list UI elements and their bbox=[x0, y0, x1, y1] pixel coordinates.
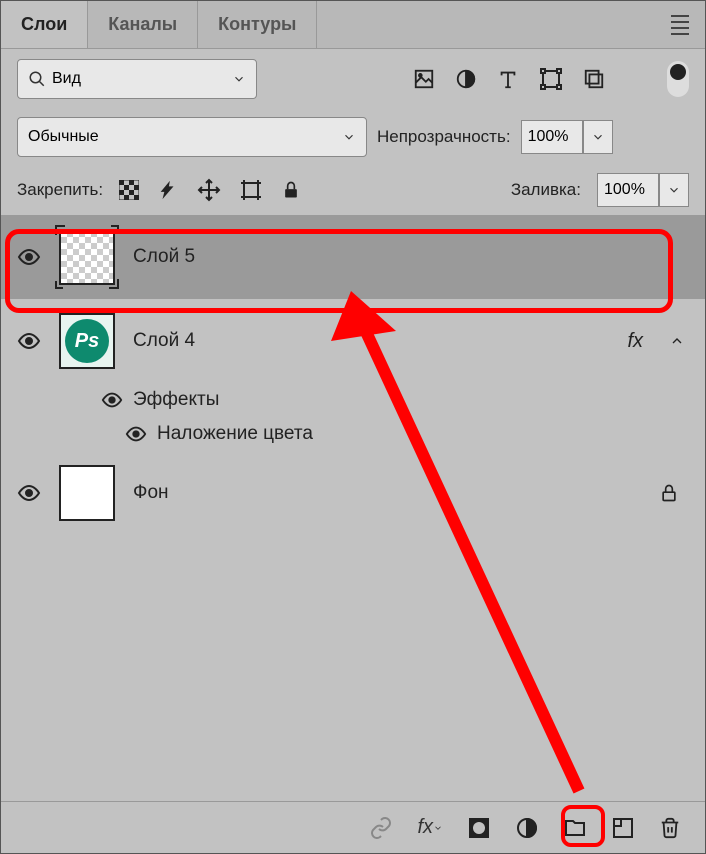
chevron-down-icon bbox=[232, 72, 246, 86]
fill-label: Заливка: bbox=[511, 180, 581, 200]
filter-toolbar: Вид bbox=[1, 49, 705, 109]
layer-row-background[interactable]: Фон bbox=[1, 451, 705, 535]
filter-toggle[interactable] bbox=[667, 61, 689, 97]
filter-shape-icon[interactable] bbox=[539, 67, 563, 91]
layer-thumbnail[interactable] bbox=[59, 465, 115, 521]
visibility-toggle[interactable] bbox=[17, 329, 41, 353]
effect-item[interactable]: Наложение цвета bbox=[101, 417, 705, 451]
adjustment-layer-icon[interactable] bbox=[515, 816, 539, 840]
lock-toolbar: Закрепить: Заливка: bbox=[1, 165, 705, 215]
chevron-down-icon bbox=[342, 130, 356, 144]
tab-paths[interactable]: Контуры bbox=[198, 1, 317, 48]
blend-mode-select[interactable]: Обычные bbox=[17, 117, 367, 157]
filter-smartobject-icon[interactable] bbox=[583, 68, 605, 90]
layer-effects: Эффекты Наложение цвета bbox=[1, 383, 705, 451]
blend-mode-value: Обычные bbox=[28, 128, 99, 146]
panel-tabs: Слои Каналы Контуры bbox=[1, 1, 705, 49]
layer-name[interactable]: Слой 4 bbox=[133, 330, 195, 352]
fill-dropdown-button[interactable] bbox=[659, 173, 689, 207]
opacity-input-group bbox=[521, 120, 613, 154]
search-icon bbox=[28, 70, 46, 88]
filter-icons bbox=[413, 67, 605, 91]
filter-type-icon[interactable] bbox=[497, 68, 519, 90]
opacity-dropdown-button[interactable] bbox=[583, 120, 613, 154]
layer-style-icon[interactable]: fx bbox=[417, 816, 443, 839]
fill-input-group bbox=[597, 173, 689, 207]
kind-select[interactable]: Вид bbox=[17, 59, 257, 99]
blend-toolbar: Обычные Непрозрачность: bbox=[1, 109, 705, 165]
group-icon[interactable] bbox=[563, 816, 587, 840]
visibility-toggle[interactable] bbox=[17, 245, 41, 269]
delete-layer-icon[interactable] bbox=[659, 817, 681, 839]
kind-label: Вид bbox=[52, 70, 81, 88]
tab-channels[interactable]: Каналы bbox=[88, 1, 198, 48]
layer-row[interactable]: Ps Слой 4 fx bbox=[1, 299, 705, 383]
link-layers-icon[interactable] bbox=[369, 816, 393, 840]
lock-icon[interactable] bbox=[659, 483, 679, 503]
bottom-toolbar: fx bbox=[1, 801, 705, 853]
layer-row-selected[interactable]: Слой 5 bbox=[1, 215, 705, 299]
opacity-label: Непрозрачность: bbox=[377, 127, 511, 147]
tab-layers[interactable]: Слои bbox=[1, 1, 88, 48]
layer-name[interactable]: Слой 5 bbox=[133, 246, 195, 268]
effect-name: Наложение цвета bbox=[157, 423, 313, 445]
lock-artboard-icon[interactable] bbox=[239, 178, 263, 202]
layer-mask-icon[interactable] bbox=[467, 816, 491, 840]
effects-label: Эффекты bbox=[133, 389, 219, 411]
lock-image-icon[interactable] bbox=[157, 179, 179, 201]
chevron-up-icon[interactable] bbox=[669, 333, 685, 349]
fill-input[interactable] bbox=[597, 173, 659, 207]
layer-name[interactable]: Фон bbox=[133, 482, 169, 504]
layer-list: Слой 5 Ps Слой 4 fx Эффекты Наложение цв… bbox=[1, 215, 705, 535]
lock-all-icon[interactable] bbox=[281, 180, 301, 200]
lock-position-icon[interactable] bbox=[197, 178, 221, 202]
effects-header[interactable]: Эффекты bbox=[101, 383, 705, 417]
new-layer-icon[interactable] bbox=[611, 816, 635, 840]
layer-thumbnail[interactable] bbox=[59, 229, 115, 285]
layer-thumbnail[interactable]: Ps bbox=[59, 313, 115, 369]
panel-menu-icon[interactable] bbox=[671, 15, 689, 35]
visibility-toggle[interactable] bbox=[17, 481, 41, 505]
filter-adjustment-icon[interactable] bbox=[455, 68, 477, 90]
lock-transparency-icon[interactable] bbox=[119, 180, 139, 200]
opacity-input[interactable] bbox=[521, 120, 583, 154]
lock-label: Закрепить: bbox=[17, 180, 103, 200]
filter-image-icon[interactable] bbox=[413, 68, 435, 90]
fx-indicator[interactable]: fx bbox=[627, 330, 643, 353]
